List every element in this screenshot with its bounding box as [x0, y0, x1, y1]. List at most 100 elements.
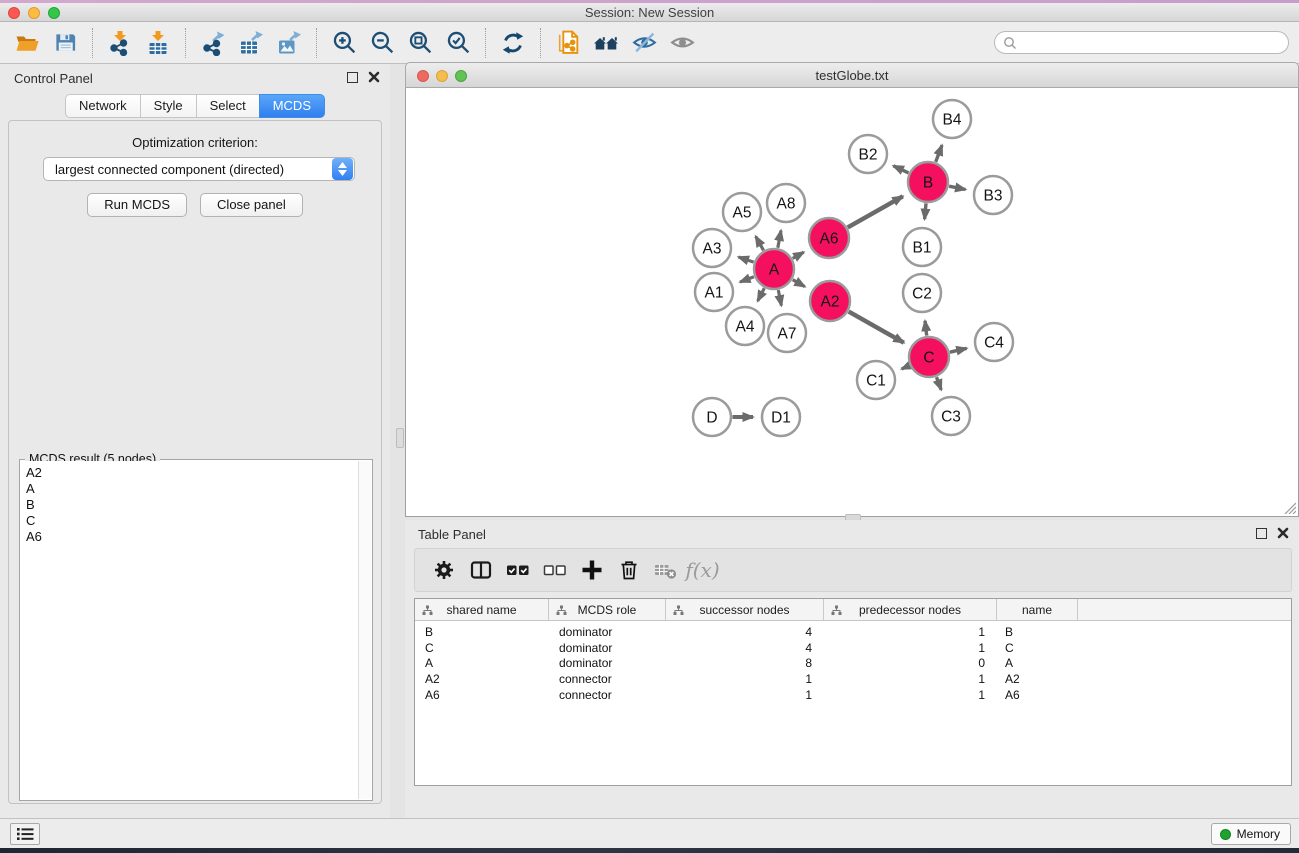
- mcds-result-item[interactable]: A: [26, 481, 358, 497]
- graph-edge-B-B1[interactable]: [925, 203, 926, 219]
- close-table-panel-icon[interactable]: [1277, 527, 1289, 539]
- graph-edge-A-A3[interactable]: [739, 257, 754, 262]
- graph-edge-A-A7[interactable]: [778, 290, 781, 306]
- zoom-selected-icon[interactable]: [439, 25, 477, 61]
- table-cell: A6: [415, 688, 549, 702]
- tab-select[interactable]: Select: [196, 94, 260, 118]
- toggle-column-display-icon[interactable]: [462, 552, 499, 588]
- mcds-result-item[interactable]: A6: [26, 529, 358, 545]
- control-panel-tabs: Network Style Select MCDS: [0, 94, 390, 118]
- graph-edge-C-C1[interactable]: [902, 366, 910, 369]
- table-row[interactable]: A2connector11A2: [415, 671, 1291, 687]
- fx-label: f(x): [685, 558, 719, 582]
- graph-edge-A-A1[interactable]: [740, 277, 754, 282]
- table-panel-title: Table Panel: [418, 527, 486, 542]
- table-cell: C: [415, 641, 549, 655]
- column-header[interactable]: MCDS role: [549, 599, 666, 621]
- graph-edge-A6-B[interactable]: [848, 196, 903, 227]
- select-all-rows-icon[interactable]: [499, 552, 536, 588]
- graph-edge-A-A6[interactable]: [793, 252, 804, 258]
- search-input[interactable]: [1017, 33, 1288, 52]
- mcds-result-item[interactable]: C: [26, 513, 358, 529]
- graph-node-label-B4: B4: [943, 112, 962, 129]
- graph-node-label-D1: D1: [771, 410, 791, 427]
- graph-edge-B-B4[interactable]: [936, 145, 942, 162]
- table-row[interactable]: A6connector11A6: [415, 687, 1291, 703]
- memory-button[interactable]: Memory: [1211, 823, 1291, 845]
- window-resize-grip[interactable]: [1282, 500, 1296, 514]
- destroy-table-icon[interactable]: [647, 552, 684, 588]
- save-session-icon[interactable]: [46, 25, 84, 61]
- close-panel-icon[interactable]: [368, 71, 380, 83]
- function-builder-icon[interactable]: f(x): [684, 552, 721, 588]
- hide-graphics-details-icon[interactable]: [625, 25, 663, 61]
- graph-edge-A-A4[interactable]: [758, 288, 765, 301]
- graph-edge-A-A5[interactable]: [756, 236, 764, 250]
- graph-edge-C-C2[interactable]: [925, 321, 927, 336]
- table-cell: 1: [666, 688, 824, 702]
- graph-node-label-C4: C4: [984, 335, 1004, 352]
- tab-style[interactable]: Style: [140, 94, 197, 118]
- graph-edge-C-C4[interactable]: [950, 348, 967, 352]
- graph-node-label-A8: A8: [777, 196, 796, 213]
- column-header[interactable]: shared name: [415, 599, 549, 621]
- criterion-dropdown[interactable]: largest connected component (directed): [43, 157, 355, 181]
- zoom-in-icon[interactable]: [325, 25, 363, 61]
- new-network-from-file-icon[interactable]: [549, 25, 587, 61]
- table-row[interactable]: Bdominator41B: [415, 624, 1291, 640]
- window-title: Session: New Session: [0, 5, 1299, 20]
- task-history-button[interactable]: [10, 823, 40, 845]
- add-column-icon[interactable]: [573, 552, 610, 588]
- table-cell: 8: [666, 656, 824, 670]
- float-panel-icon[interactable]: [347, 72, 358, 83]
- network-window-titlebar[interactable]: testGlobe.txt: [405, 62, 1299, 88]
- graph-node-label-A5: A5: [733, 205, 752, 222]
- refresh-view-icon[interactable]: [494, 25, 532, 61]
- column-header-label: predecessor nodes: [824, 603, 996, 617]
- deselect-all-rows-icon[interactable]: [536, 552, 573, 588]
- graph-edge-A2-C[interactable]: [849, 312, 904, 343]
- show-graphics-details-icon[interactable]: [663, 25, 701, 61]
- run-mcds-button[interactable]: Run MCDS: [87, 193, 187, 217]
- zoom-fit-icon[interactable]: [401, 25, 439, 61]
- delete-columns-icon[interactable]: [610, 552, 647, 588]
- tab-network[interactable]: Network: [65, 94, 141, 118]
- close-panel-button[interactable]: Close panel: [200, 193, 303, 217]
- table-panel: Table Panel: [405, 520, 1299, 818]
- column-header[interactable]: successor nodes: [666, 599, 824, 621]
- tab-mcds[interactable]: MCDS: [259, 94, 325, 118]
- search-field[interactable]: [994, 31, 1289, 54]
- graph-edge-B-B3[interactable]: [949, 186, 965, 189]
- export-image-icon[interactable]: [270, 25, 308, 61]
- import-table-from-file-icon[interactable]: [139, 25, 177, 61]
- toolbar-separator: [485, 28, 486, 58]
- table-cell: A2: [415, 672, 549, 686]
- show-all-networks-icon[interactable]: [587, 25, 625, 61]
- graph-edge-C-C3[interactable]: [937, 377, 942, 390]
- column-header[interactable]: predecessor nodes: [824, 599, 997, 621]
- desktop-background-bottom: [0, 848, 1299, 853]
- column-header[interactable]: name: [997, 599, 1078, 621]
- import-network-from-file-icon[interactable]: [101, 25, 139, 61]
- table-row[interactable]: Cdominator41C: [415, 640, 1291, 656]
- table-row[interactable]: Adominator80A: [415, 656, 1291, 672]
- open-file-icon[interactable]: [8, 25, 46, 61]
- table-options-icon[interactable]: [425, 552, 462, 588]
- mcds-result-item[interactable]: B: [26, 497, 358, 513]
- float-table-panel-icon[interactable]: [1256, 528, 1267, 539]
- panel-divider-handle-left[interactable]: [396, 428, 404, 448]
- network-canvas[interactable]: B4B2BB3A8A5A6B1A3AA1C2A2A4A7C4CC1C3DD1: [405, 88, 1299, 517]
- table-cell: A: [415, 656, 549, 670]
- zoom-out-icon[interactable]: [363, 25, 401, 61]
- graph-edge-A-A2[interactable]: [793, 280, 805, 287]
- memory-label: Memory: [1237, 827, 1280, 841]
- mcds-result-item[interactable]: A2: [26, 465, 358, 481]
- export-table-icon[interactable]: [232, 25, 270, 61]
- export-network-icon[interactable]: [194, 25, 232, 61]
- table-toolbar: f(x): [414, 548, 1292, 592]
- application-window: Session: New Session: [0, 0, 1299, 853]
- graph-edge-B-B2[interactable]: [893, 166, 908, 173]
- mcds-result-list[interactable]: A2ABCA6: [21, 461, 358, 799]
- graph-edge-A-A8[interactable]: [778, 231, 781, 248]
- mcds-result-scrollbar[interactable]: [358, 461, 371, 799]
